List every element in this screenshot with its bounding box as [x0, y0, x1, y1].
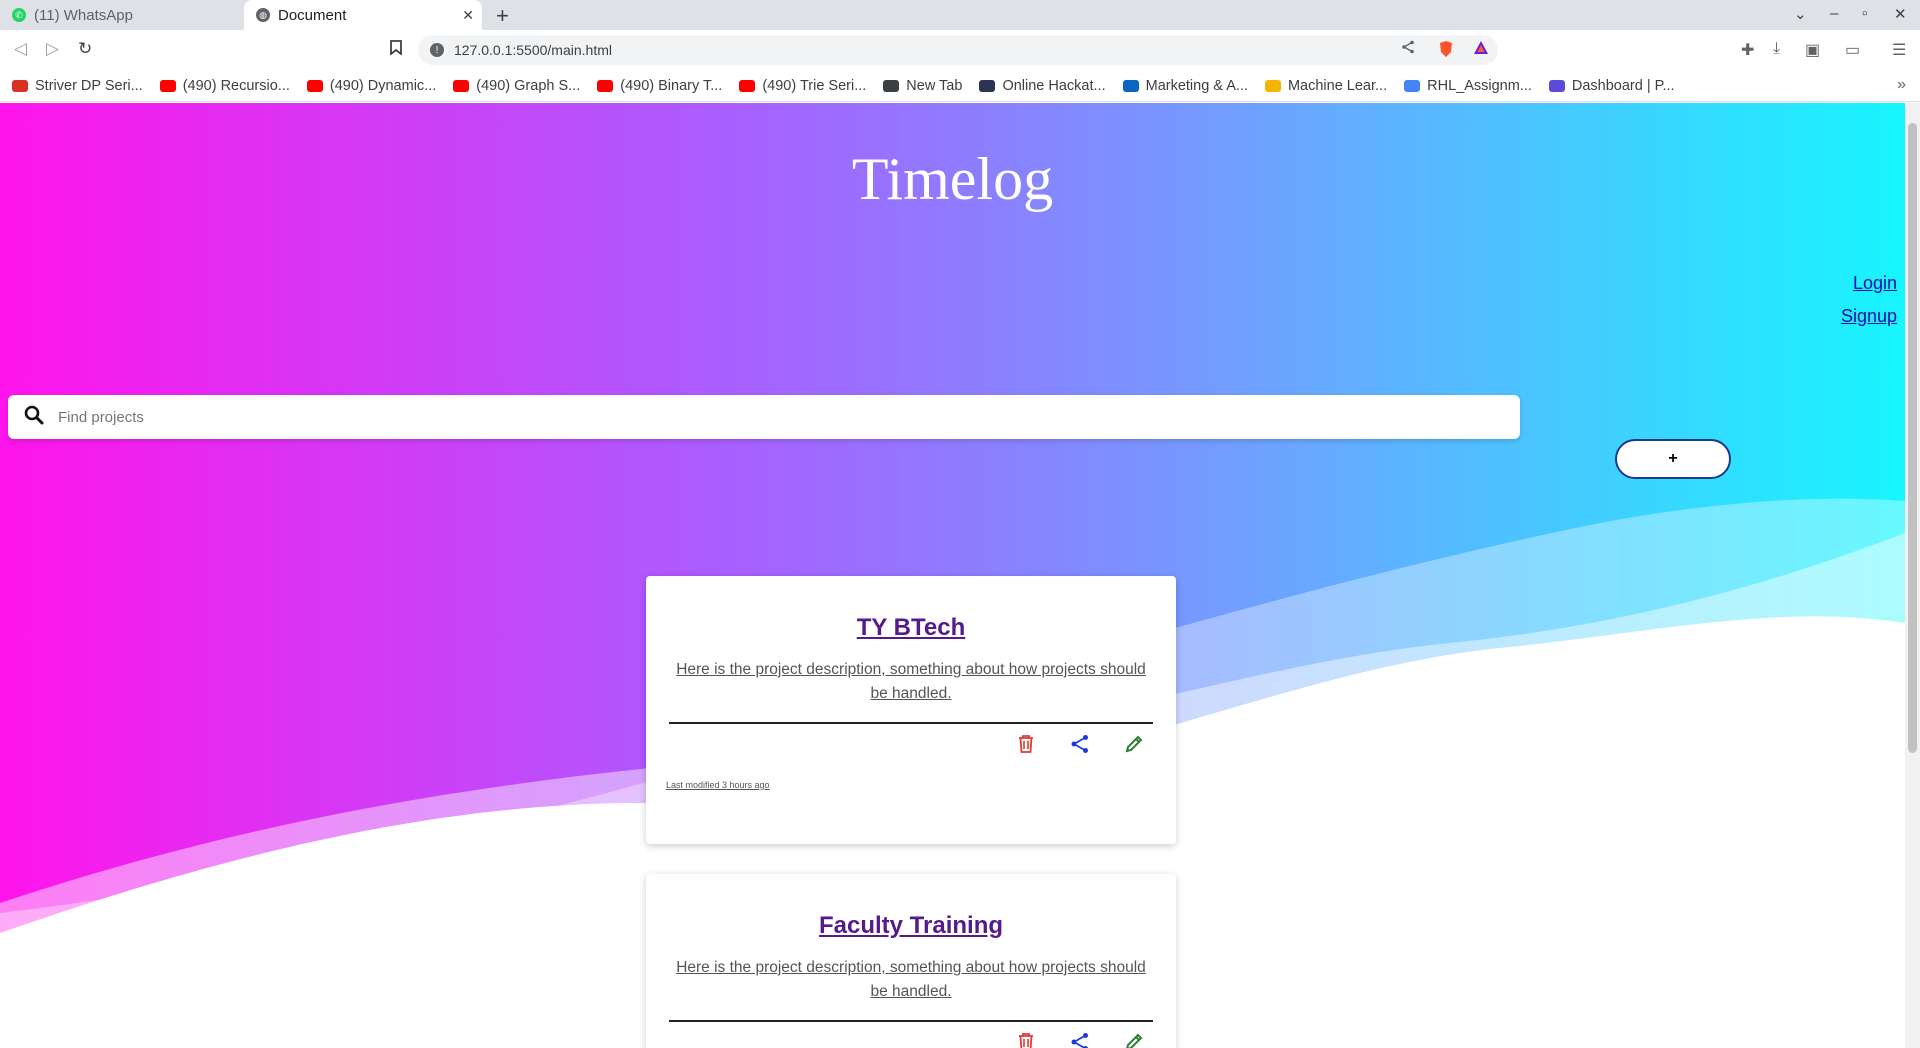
tab-search-icon[interactable]: ⌄ [1794, 5, 1807, 23]
bookmark-icon[interactable] [390, 40, 402, 60]
reload-icon[interactable]: ↻ [78, 39, 92, 59]
share-icon[interactable] [1068, 732, 1092, 756]
project-description[interactable]: Here is the project description, somethi… [668, 658, 1154, 706]
youtube-icon [306, 79, 323, 92]
search-bar [8, 395, 1520, 439]
tuf-icon [12, 79, 28, 92]
brave-rewards-icon[interactable] [1473, 40, 1489, 60]
drive-icon [1264, 79, 1281, 92]
bookmark-item[interactable]: Online Hackat... [979, 77, 1106, 94]
youtube-icon [159, 79, 176, 92]
page-scrollbar[interactable] [1905, 103, 1920, 1048]
dashboard-icon [1548, 79, 1565, 92]
edit-icon[interactable] [1122, 732, 1146, 756]
bookmark-label: (490) Graph S... [476, 77, 581, 94]
search-input[interactable] [58, 408, 1458, 426]
globe-icon [883, 79, 900, 92]
bookmark-item[interactable]: (490) Graph S... [453, 78, 580, 94]
card-actions [646, 1030, 1146, 1048]
maximize-icon[interactable]: ▫ [1862, 5, 1867, 22]
project-card: Faculty Training Here is the project des… [646, 874, 1176, 1048]
delete-icon[interactable] [1014, 1030, 1038, 1048]
bookmark-label: Dashboard | P... [1571, 77, 1675, 94]
bookmark-label: (490) Dynamic... [329, 77, 437, 94]
docs-icon [1404, 79, 1421, 92]
card-divider [669, 1020, 1153, 1022]
bookmark-item[interactable]: (490) Dynamic... [306, 77, 437, 94]
delete-icon[interactable] [1014, 732, 1038, 756]
project-description[interactable]: Here is the project description, somethi… [668, 956, 1154, 1004]
bookmark-item[interactable]: (490) Binary T... [597, 78, 722, 94]
bookmark-item[interactable]: Dashboard | P... [1548, 77, 1675, 94]
bookmark-label: Marketing & A... [1145, 77, 1248, 94]
bookmark-label: Machine Lear... [1287, 77, 1388, 94]
downloads-icon[interactable]: ⤓ [1773, 40, 1780, 58]
address-bar[interactable]: ! 127.0.0.1:5500/main.html [418, 35, 1498, 65]
share-icon[interactable] [1068, 1030, 1092, 1048]
bookmark-item[interactable]: RHL_Assignm... [1404, 78, 1532, 94]
forward-icon[interactable]: ▷ [46, 39, 59, 59]
login-link[interactable]: Login [1853, 273, 1897, 294]
more-bookmarks-icon[interactable]: » [1897, 76, 1906, 94]
menu-icon[interactable]: ☰ [1892, 40, 1906, 60]
bookmark-label: New Tab [906, 77, 963, 94]
edit-icon[interactable] [1122, 1030, 1146, 1048]
tab-whatsapp[interactable]: ✆ (11) WhatsApp [0, 0, 242, 30]
page-title: Timelog [851, 146, 1054, 212]
back-icon[interactable]: ◁ [14, 39, 27, 59]
close-tab-icon[interactable]: ✕ [462, 7, 474, 24]
bookmark-item[interactable]: New Tab [883, 78, 962, 94]
globe-icon: ◍ [256, 8, 270, 22]
project-title[interactable]: TY BTech [646, 614, 1176, 642]
whatsapp-icon: ✆ [12, 8, 26, 22]
bookmark-label: (490) Trie Seri... [762, 77, 867, 94]
project-title[interactable]: Faculty Training [646, 912, 1176, 940]
bookmark-label: (490) Binary T... [620, 77, 723, 94]
bookmark-item[interactable]: (490) Trie Seri... [739, 78, 866, 94]
card-actions [646, 732, 1146, 756]
close-window-icon[interactable]: ✕ [1894, 5, 1907, 23]
linkedin-icon [1122, 79, 1139, 92]
card-divider [669, 722, 1153, 724]
tab-label: (11) WhatsApp [34, 6, 133, 24]
search-icon[interactable] [24, 405, 44, 430]
project-card: TY BTech Here is the project description… [646, 576, 1176, 844]
bookmarks-bar: Striver DP Seri... (490) Recursio... (490)… [0, 70, 1920, 102]
tab-document[interactable]: ◍ Document ✕ [244, 0, 482, 30]
page-viewport: Timelog Login Signup + TY BTech Here is … [0, 103, 1905, 1048]
site-info-icon[interactable]: ! [430, 43, 444, 57]
sidebar-icon[interactable]: ▣ [1805, 40, 1820, 60]
new-tab-icon[interactable]: + [496, 3, 509, 29]
brave-shield-icon[interactable] [1438, 40, 1454, 63]
bookmark-item[interactable]: Machine Lear... [1264, 77, 1388, 94]
minimize-icon[interactable]: – [1830, 5, 1838, 22]
youtube-icon [453, 79, 470, 92]
bookmark-item[interactable]: Marketing & A... [1122, 77, 1248, 94]
bookmark-item[interactable]: Striver DP Seri... [12, 78, 143, 94]
bookmark-label: RHL_Assignm... [1427, 77, 1532, 94]
browser-toolbar: ◁ ▷ ↻ ! 127.0.0.1:5500/main.html ✚ ⤓ ▣ ▭… [0, 30, 1920, 70]
hackerearth-icon [979, 79, 996, 92]
scrollbar-thumb[interactable] [1908, 123, 1917, 753]
tab-label: Document [278, 6, 347, 24]
bookmark-item[interactable]: (490) Recursio... [159, 77, 290, 94]
wallet-icon[interactable]: ▭ [1845, 40, 1860, 60]
last-modified-text: Last modified 3 hours ago [666, 780, 770, 790]
add-project-button[interactable]: + [1615, 439, 1731, 479]
url-text: 127.0.0.1:5500/main.html [454, 42, 612, 58]
signup-link[interactable]: Signup [1841, 306, 1897, 327]
bookmark-label: Online Hackat... [1002, 77, 1106, 94]
share-page-icon[interactable] [1401, 40, 1415, 59]
bookmark-label: Striver DP Seri... [35, 77, 143, 94]
youtube-icon [739, 79, 756, 92]
extensions-icon[interactable]: ✚ [1741, 40, 1754, 60]
bookmark-label: (490) Recursio... [182, 77, 290, 94]
tab-strip: ✆ (11) WhatsApp ◍ Document ✕ + ⌄ – ▫ ✕ [0, 0, 1920, 30]
youtube-icon [597, 79, 614, 92]
